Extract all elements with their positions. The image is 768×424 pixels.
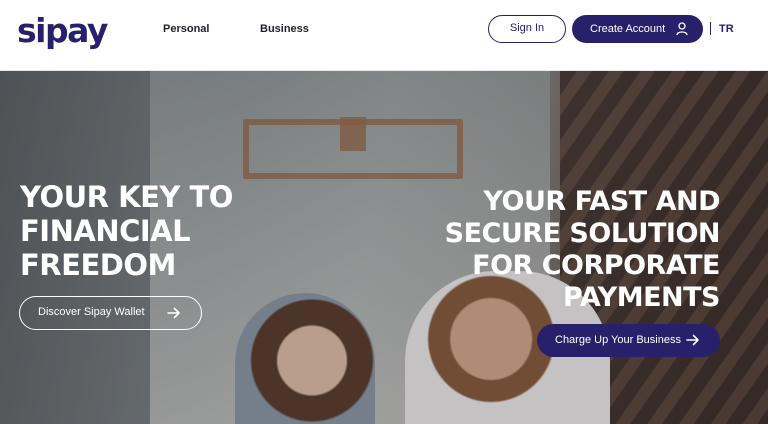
sipay-logo[interactable]: sipay [17, 11, 108, 51]
create-account-label: Create Account [590, 23, 666, 35]
charge-up-business-button[interactable]: Charge Up Your Business [537, 324, 720, 357]
sign-in-button[interactable]: Sign In [488, 15, 566, 43]
arrow-right-icon [167, 307, 180, 319]
hero-banner: YOUR KEY TO FINANCIAL FREEDOM Discover S… [0, 71, 768, 424]
language-switch[interactable]: TR [719, 22, 734, 36]
hero-left-title: YOUR KEY TO FINANCIAL FREEDOM [20, 180, 233, 282]
create-account-button[interactable]: Create Account [572, 15, 703, 43]
nav-link-personal[interactable]: Personal [163, 22, 209, 36]
site-header: sipay Personal Business Sign In Create A… [0, 0, 768, 71]
charge-up-business-label: Charge Up Your Business [555, 334, 681, 346]
discover-wallet-button[interactable]: Discover Sipay Wallet [19, 296, 202, 330]
hero-right-title: YOUR FAST AND SECURE SOLUTION FOR CORPOR… [444, 186, 721, 313]
language-divider [710, 22, 711, 35]
discover-wallet-label: Discover Sipay Wallet [38, 306, 145, 318]
arrow-right-icon [686, 334, 699, 346]
nav-link-business[interactable]: Business [260, 22, 309, 36]
user-icon [676, 22, 688, 36]
